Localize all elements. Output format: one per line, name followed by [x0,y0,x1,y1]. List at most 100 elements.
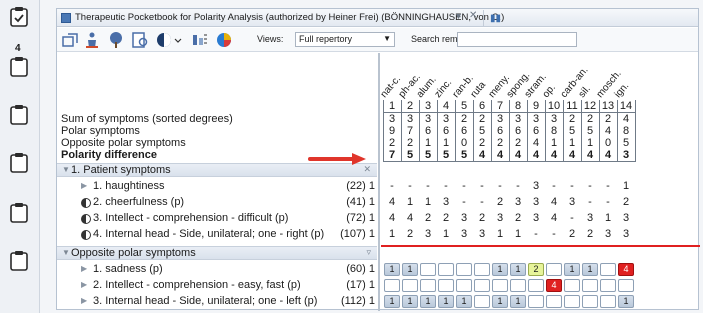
opposite-symptom-row[interactable]: ▶ 2. Intellect - comprehension - easy, fa… [57,278,377,295]
tab-chart[interactable]: ▮▮ [483,10,505,27]
grade-box[interactable] [600,295,616,308]
expand-triangle-icon[interactable]: ▶ [81,280,91,290]
patient-symptom-row[interactable]: 3. Intellect - comprehension - difficult… [57,211,377,228]
patient-symptom-row[interactable]: 4. Internal head - Side, unilateral; one… [57,227,377,244]
patient-grade-cell: - [588,196,592,208]
clipboard-icon[interactable] [10,250,28,271]
person-icon[interactable] [83,31,101,49]
grade-box[interactable]: 1 [438,295,454,308]
grade-box[interactable] [456,279,472,292]
opposite-symptom-row[interactable]: ▶ 1. sadness (p) (60) 1 [57,262,377,279]
grade-box[interactable]: 1 [456,295,472,308]
grade-box[interactable] [384,279,400,292]
expand-triangle-icon[interactable]: ▶ [81,296,91,306]
section-opposite-symptoms[interactable]: ▼ Opposite polar symptoms ▿ [57,246,377,260]
grade-box[interactable] [546,263,562,276]
patient-symptom-row[interactable]: ▶ 1. haughtiness (22) 1 [57,179,377,196]
grade-box[interactable]: 1 [618,295,634,308]
grade-box[interactable] [600,263,616,276]
scroll-down-icon[interactable]: ▿ [366,247,371,258]
sum-cell: 3 [406,113,414,125]
patient-grade-cell: 3 [532,180,540,192]
tree-icon[interactable] [107,31,125,49]
grade-box[interactable] [528,279,544,292]
difference-cell: 4 [478,149,486,161]
patient-grade-cell: 2 [442,212,450,224]
clipboard-icon[interactable] [10,152,28,173]
sort-icon[interactable] [191,31,209,49]
grade-box[interactable]: 1 [564,263,580,276]
views-select[interactable]: Full repertory ▼ [295,32,395,47]
grade-box[interactable]: 1 [402,295,418,308]
remedy-header[interactable]: sil. [577,84,593,100]
opposite-cell: 4 [532,137,540,149]
grade-box[interactable]: 4 [618,263,634,276]
grade-box[interactable]: 2 [528,263,544,276]
polar-cell: 7 [406,125,414,137]
close-tab-icon[interactable]: ✕ [469,10,477,21]
layout-icon[interactable] [61,31,79,49]
clipboard-icon[interactable] [10,56,28,77]
grade-box[interactable]: 1 [402,263,418,276]
grade-box[interactable] [582,279,598,292]
grade-box[interactable] [492,279,508,292]
grade-box[interactable] [564,279,580,292]
grade-box[interactable] [582,295,598,308]
grade-box[interactable] [564,295,580,308]
patient-symptom-row[interactable]: 2. cheerfulness (p) (41) 1 [57,195,377,212]
patient-grade-cell: 3 [442,196,450,208]
grade-box[interactable] [618,279,634,292]
patient-grade-cell: 2 [478,212,486,224]
grade-box[interactable]: 1 [582,263,598,276]
grade-box[interactable]: 1 [510,263,526,276]
red-arrow-icon [308,153,366,165]
grade-box[interactable] [510,279,526,292]
grade-box[interactable] [420,279,436,292]
grade-box[interactable]: 1 [510,295,526,308]
opposite-symptom-row[interactable]: ▶ 3. Internal head - Side, unilateral; on… [57,294,377,311]
polarity-icon [81,214,91,224]
polarity-icon[interactable] [155,31,173,49]
grade-box[interactable]: 1 [384,263,400,276]
grade-box[interactable]: 1 [492,295,508,308]
grade-box[interactable] [474,279,490,292]
collapse-triangle-icon[interactable]: ▼ [62,248,70,257]
chevron-down-icon[interactable] [173,31,183,49]
opposite-cell: 2 [478,137,486,149]
document-search-icon[interactable] [131,31,149,49]
search-remedy-input[interactable] [457,32,577,47]
expand-triangle-icon[interactable]: ▶ [81,264,91,274]
grade-box[interactable] [528,295,544,308]
sum-cell: 2 [478,113,486,125]
clipboard-checked-icon[interactable] [10,6,28,27]
grade-box[interactable] [474,295,490,308]
grade-box[interactable] [456,263,472,276]
symptom-text: 3. Internal head - Side, unilateral; one… [93,295,318,307]
grade-box[interactable] [546,295,562,308]
grid-line [419,100,420,162]
collapse-triangle-icon[interactable]: ▼ [62,165,70,174]
patient-grade-cell: - [552,180,556,192]
polarity-icon [81,198,91,208]
grade-box[interactable]: 1 [384,295,400,308]
polar-cell: 4 [604,125,612,137]
clipboard-icon[interactable] [10,104,28,125]
grid-line [401,100,402,162]
grade-box[interactable] [402,279,418,292]
clipboard-icon[interactable] [10,202,28,223]
expand-triangle-icon[interactable]: ▶ [81,181,91,191]
polar-cell: 6 [496,125,504,137]
grade-box[interactable] [474,263,490,276]
dropdown-arrow-icon[interactable]: ▼ [454,11,463,21]
grade-box[interactable] [438,263,454,276]
grade-box[interactable] [438,279,454,292]
pie-chart-icon[interactable] [215,31,233,49]
patient-grade-cell: - [588,180,592,192]
grade-box[interactable] [600,279,616,292]
grid-line [473,100,474,162]
grade-box[interactable]: 1 [492,263,508,276]
grade-box[interactable] [420,263,436,276]
grade-box[interactable]: 4 [546,279,562,292]
grade-box[interactable]: 1 [420,295,436,308]
opposite-cell: 2 [496,137,504,149]
